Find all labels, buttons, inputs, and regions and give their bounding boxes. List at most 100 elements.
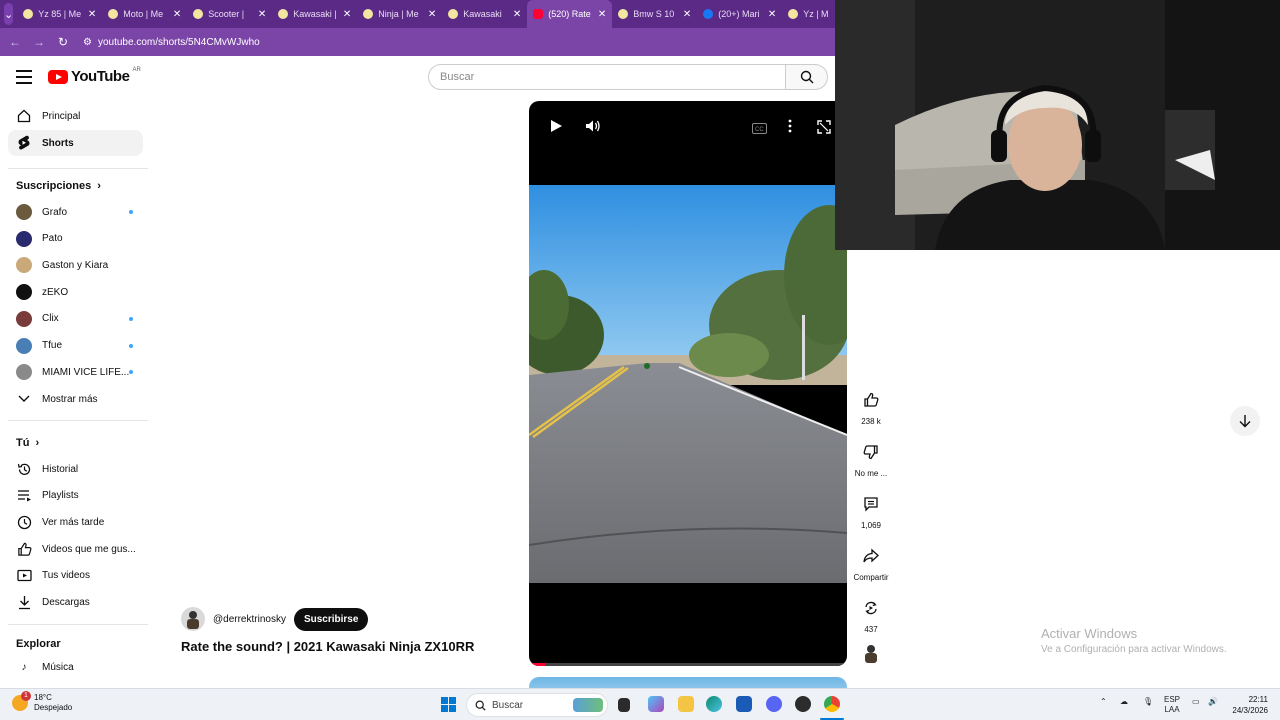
tray-cloud-icon[interactable]: ☁ — [1120, 697, 1128, 706]
close-icon[interactable]: ✕ — [173, 9, 181, 20]
video-frame[interactable] — [529, 185, 847, 583]
sidebar-item-music[interactable]: ♪ Música — [8, 654, 143, 680]
back-icon[interactable]: ← — [3, 35, 27, 49]
channel-handle[interactable]: @derrektrinosky — [213, 614, 286, 625]
site-info-icon[interactable]: ⚙ — [83, 37, 92, 48]
subscription-item[interactable]: Pato — [8, 226, 143, 252]
like-icon[interactable] — [856, 385, 886, 415]
close-icon[interactable]: ✕ — [683, 9, 691, 20]
subscription-item[interactable]: Gaston y Kiara — [8, 252, 143, 278]
edge-icon[interactable] — [706, 696, 722, 712]
browser-tab[interactable]: (520) Rate ✕ — [527, 0, 613, 28]
video-progress-bar[interactable] — [529, 663, 847, 666]
share-action[interactable]: Compartir — [848, 541, 894, 582]
captions-icon[interactable]: CC — [752, 121, 767, 137]
avatar — [16, 310, 32, 327]
forward-icon[interactable]: → — [27, 35, 51, 49]
reload-icon[interactable]: ↻ — [51, 35, 75, 49]
sidebar-item[interactable]: Ver más tarde — [8, 509, 143, 535]
sidebar-item[interactable]: Tus videos — [8, 563, 143, 589]
sidebar-item[interactable]: Historial — [8, 456, 143, 482]
dislike-action[interactable]: No me ... — [848, 437, 894, 478]
close-icon[interactable]: ✕ — [428, 9, 436, 20]
fullscreen-icon[interactable] — [817, 120, 831, 137]
task-view-icon[interactable] — [618, 698, 630, 712]
youtube-logo[interactable]: YouTube AR — [48, 66, 141, 85]
browser-tab[interactable]: Scooter | ✕ — [187, 0, 272, 28]
browser-tab[interactable]: Bmw S 10 ✕ — [612, 0, 697, 28]
country-code: AR — [132, 66, 141, 73]
channel-avatar[interactable] — [181, 607, 205, 631]
sidebar-item[interactable]: Videos que me gus... — [8, 536, 143, 562]
dislike-icon[interactable] — [856, 437, 886, 467]
sidebar-item[interactable]: Playlists — [8, 483, 143, 509]
subscription-label: Gaston y Kiara — [42, 259, 109, 271]
subscription-item[interactable]: Clix — [8, 306, 143, 332]
like-action[interactable]: 238 k — [848, 385, 894, 426]
close-icon[interactable]: ✕ — [258, 9, 266, 20]
language-indicator[interactable]: ESP LAA — [1164, 695, 1180, 715]
close-icon[interactable]: ✕ — [513, 9, 521, 20]
browser-tab[interactable]: Ninja | Me ✕ — [357, 0, 442, 28]
system-clock[interactable]: 22:11 24/3/2026 — [1228, 694, 1268, 716]
file-explorer-icon[interactable] — [678, 696, 694, 712]
screen: ⌄ Yz 85 | Me ✕ Moto | Me ✕ Scooter | ✕ Kawasa… — [0, 0, 1280, 720]
subscribe-button[interactable]: Suscribirse — [293, 607, 369, 631]
more-options-icon[interactable] — [788, 119, 792, 136]
search-icon — [475, 700, 486, 711]
browser-tab[interactable]: (20+) Mari ✕ — [697, 0, 782, 28]
sidebar-item[interactable]: Descargas — [8, 590, 143, 616]
subscription-item[interactable]: Grafo — [8, 199, 143, 225]
comment-action[interactable]: 1,069 — [848, 489, 894, 530]
store-icon[interactable] — [736, 696, 752, 712]
show-more-button[interactable]: Mostrar más — [8, 386, 143, 412]
browser-tab[interactable]: Moto | Me ✕ — [102, 0, 187, 28]
playlists-icon — [16, 488, 32, 504]
copilot-icon[interactable] — [648, 696, 664, 712]
play-icon[interactable] — [549, 119, 563, 136]
subscription-item[interactable]: zEKO — [8, 279, 143, 305]
subscription-item[interactable]: Tfue — [8, 333, 143, 359]
windows-start-icon[interactable] — [441, 697, 456, 712]
channel-row: @derrektrinosky Suscribirse — [181, 607, 369, 631]
discord-icon[interactable] — [766, 696, 782, 712]
close-icon[interactable]: ✕ — [88, 9, 96, 20]
sidebar-item-shorts[interactable]: Shorts — [8, 130, 143, 156]
show-more-label: Mostrar más — [42, 393, 98, 405]
sidebar-item-principal[interactable]: Principal — [8, 103, 143, 129]
tab-search-button[interactable]: ⌄ — [4, 3, 14, 25]
new-content-dot — [129, 316, 133, 321]
sidebar-item-label: Descargas — [42, 597, 90, 608]
taskbar-search[interactable]: Buscar — [466, 693, 608, 717]
chrome-icon[interactable] — [824, 696, 840, 712]
subscriptions-heading[interactable]: Suscripciones › — [16, 180, 101, 192]
browser-tab[interactable]: Yz 85 | Me ✕ — [17, 0, 102, 28]
sound-avatar[interactable] — [848, 643, 894, 670]
share-icon[interactable] — [856, 541, 886, 571]
comment-icon[interactable] — [856, 489, 886, 519]
weather-widget[interactable]: 1 18°C Despejado — [12, 691, 72, 713]
dislike-label: No me ... — [854, 469, 888, 478]
volume-icon[interactable] — [585, 119, 601, 136]
remix-icon[interactable] — [856, 593, 886, 623]
close-icon[interactable]: ✕ — [768, 9, 776, 20]
microphone-icon[interactable]: 🎙 — [1143, 697, 1153, 706]
tab-title: Yz 85 | Me — [38, 9, 82, 19]
next-video-button[interactable] — [1230, 406, 1260, 436]
network-icon[interactable]: ▭ — [1192, 697, 1200, 706]
close-icon[interactable]: ✕ — [598, 9, 606, 20]
menu-icon[interactable] — [16, 70, 32, 84]
tray-chevron-icon[interactable]: ⌃ — [1100, 697, 1107, 706]
url-field[interactable]: ⚙ youtube.com/shorts/5N4CMvWJwho — [83, 37, 260, 48]
you-heading[interactable]: Tú › — [16, 437, 39, 449]
search-input[interactable]: Buscar — [428, 64, 786, 90]
browser-tab[interactable]: Kawasaki ✕ — [442, 0, 527, 28]
shorts-player[interactable]: CC — [529, 101, 847, 666]
app-icon[interactable] — [795, 696, 811, 712]
search-button[interactable] — [786, 64, 828, 90]
volume-tray-icon[interactable]: 🔊 — [1208, 697, 1218, 706]
subscription-item[interactable]: MIAMI VICE LIFE... — [8, 359, 143, 385]
close-icon[interactable]: ✕ — [343, 9, 351, 20]
browser-tab[interactable]: Kawasaki | ✕ — [272, 0, 357, 28]
remix-action[interactable]: 437 — [848, 593, 894, 634]
